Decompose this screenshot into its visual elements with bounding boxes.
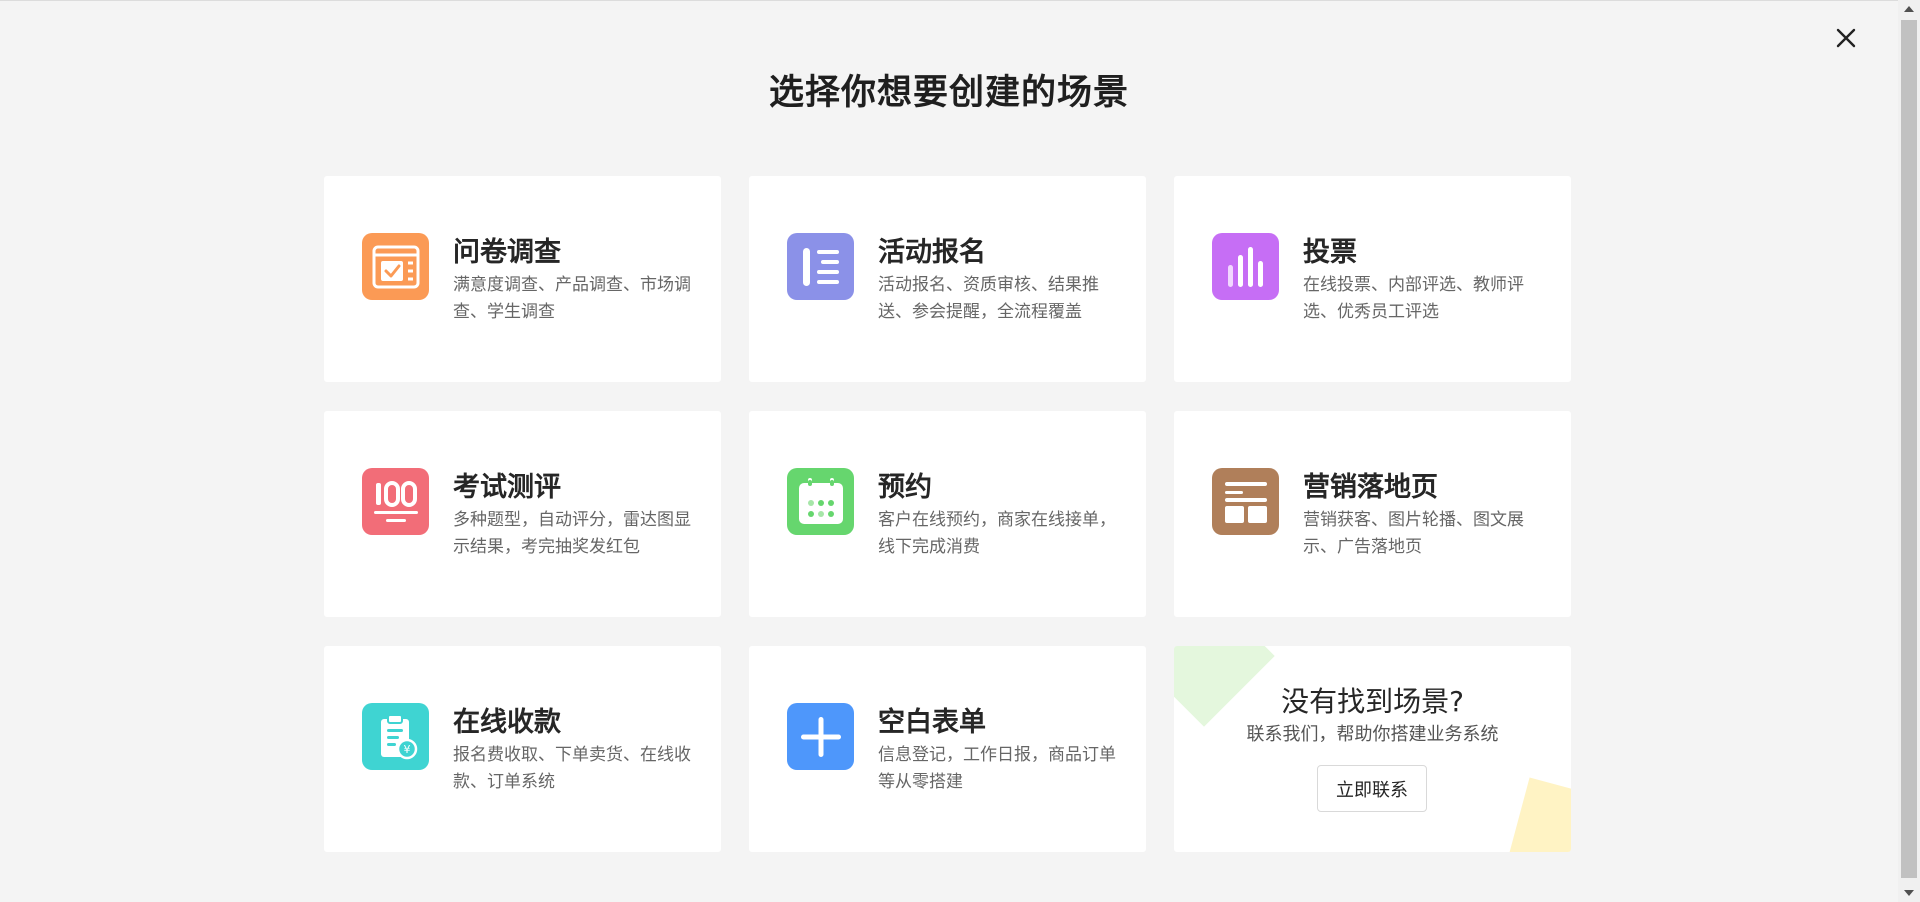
scene-card-exam[interactable]: 考试测评 多种题型，自动评分，雷达图显示结果，考完抽奖发红包 [324, 411, 721, 617]
scroll-up-button[interactable] [1898, 0, 1920, 18]
close-button[interactable] [1832, 24, 1860, 52]
scene-card-blank[interactable]: 空白表单 信息登记，工作日报，商品订单等从零搭建 [749, 646, 1146, 852]
plus-icon [787, 703, 854, 770]
scene-description: 在线投票、内部评选、教师评选、优秀员工评选 [1303, 275, 1524, 322]
page-title: 选择你想要创建的场景 [768, 73, 1129, 113]
scene-title: 问卷调查 [453, 237, 561, 268]
scene-card-booking[interactable]: 预约 客户在线预约，商家在线接单，线下完成消费 [749, 411, 1146, 617]
top-border [0, 0, 1898, 1]
contact-card: 没有找到场景? 联系我们，帮助你搭建业务系统 立即联系 [1174, 646, 1571, 852]
scene-description: 报名费收取、下单卖货、在线收款、订单系统 [453, 745, 691, 792]
scene-card-event[interactable]: 活动报名 活动报名、资质审核、结果推送、参会提醒，全流程覆盖 [749, 176, 1146, 382]
scene-title: 在线收款 [453, 707, 561, 738]
scene-title: 活动报名 [878, 237, 986, 268]
exam-score-icon [362, 468, 429, 535]
scene-title: 预约 [878, 472, 932, 503]
triangle-up-icon [1904, 6, 1914, 12]
scene-card-marketing[interactable]: 营销落地页 营销获客、图片轮播、图文展示、广告落地页 [1174, 411, 1571, 617]
payment-clipboard-icon: ¥ [362, 703, 429, 770]
event-list-icon [787, 233, 854, 300]
scene-title: 营销落地页 [1303, 472, 1438, 503]
scene-description: 多种题型，自动评分，雷达图显示结果，考完抽奖发红包 [453, 510, 691, 557]
triangle-down-icon [1904, 890, 1914, 896]
vote-bars-icon [1212, 233, 1279, 300]
calendar-icon [787, 468, 854, 535]
scene-card-vote[interactable]: 投票 在线投票、内部评选、教师评选、优秀员工评选 [1174, 176, 1571, 382]
scene-description: 活动报名、资质审核、结果推送、参会提醒，全流程覆盖 [878, 275, 1099, 322]
scroll-down-button[interactable] [1898, 884, 1920, 902]
landing-page-icon [1212, 468, 1279, 535]
scene-title: 空白表单 [878, 707, 986, 738]
survey-checkbox-icon [362, 233, 429, 300]
scene-description: 客户在线预约，商家在线接单，线下完成消费 [878, 510, 1116, 557]
contact-now-button[interactable]: 立即联系 [1317, 765, 1427, 812]
scene-card-survey[interactable]: 问卷调查 满意度调查、产品调查、市场调查、学生调查 [324, 176, 721, 382]
svg-text:¥: ¥ [403, 743, 410, 756]
scrollbar-thumb[interactable] [1901, 20, 1917, 878]
scene-title: 投票 [1303, 237, 1357, 268]
contact-subtitle: 联系我们，帮助你搭建业务系统 [1246, 724, 1499, 745]
scene-description: 满意度调查、产品调查、市场调查、学生调查 [453, 275, 691, 322]
scene-description: 营销获客、图片轮播、图文展示、广告落地页 [1303, 510, 1524, 557]
scrollbar[interactable] [1898, 0, 1920, 902]
scene-title: 考试测评 [453, 472, 561, 503]
close-icon [1836, 28, 1856, 48]
contact-title: 没有找到场景? [1281, 685, 1464, 718]
decoration-shape [1501, 777, 1571, 852]
scene-grid: 问卷调查 满意度调查、产品调查、市场调查、学生调查 活动报名 活动报名、资质审核… [324, 176, 1571, 852]
scene-card-payment[interactable]: ¥ 在线收款 报名费收取、下单卖货、在线收款、订单系统 [324, 646, 721, 852]
scene-description: 信息登记，工作日报，商品订单等从零搭建 [878, 745, 1116, 792]
